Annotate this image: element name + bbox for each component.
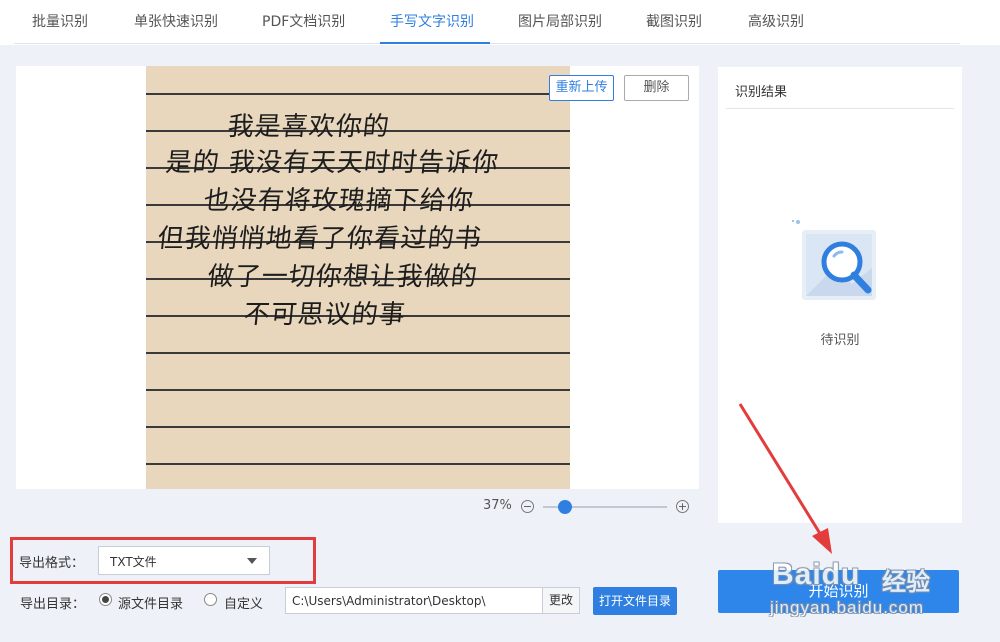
tab-advanced[interactable]: 高级识别 [748, 11, 804, 31]
result-panel: 识别结果 待识别 [718, 67, 962, 523]
handwriting-line: 是的 我没有天天时时告诉你 [164, 148, 501, 178]
active-tab-indicator [380, 42, 490, 44]
handwriting-line: 不可思议的事 [242, 300, 408, 330]
export-format-select[interactable]: TXT文件 [98, 546, 270, 575]
image-preview-panel: 我是喜欢你的 是的 我没有天天时时告诉你 也没有将玫瑰摘下给你 但我悄悄地看了你… [16, 66, 699, 523]
export-path-input[interactable] [285, 587, 543, 614]
handwriting-line: 但我悄悄地看了你看过的书 [156, 224, 484, 254]
watermark-url: jingyan.baidu.com [770, 598, 925, 617]
result-title: 识别结果 [735, 85, 788, 100]
open-dir-button[interactable]: 打开文件目录 [593, 587, 677, 615]
zoom-bar: 37% − + [16, 489, 699, 523]
zoom-slider-handle[interactable] [558, 500, 573, 514]
tab-screenshot[interactable]: 截图识别 [646, 11, 702, 31]
watermark-brand: Baidu [772, 558, 861, 591]
tab-pdf[interactable]: PDF文档识别 [262, 11, 345, 31]
export-format-value: TXT文件 [110, 555, 157, 569]
tab-bar: 批量识别 单张快速识别 PDF文档识别 手写文字识别 图片局部识别 截图识别 高… [0, 0, 1000, 45]
export-format-highlight: 导出格式： TXT文件 [10, 537, 316, 584]
tab-batch[interactable]: 批量识别 [32, 11, 88, 31]
reupload-button[interactable]: 重新上传 [549, 75, 614, 101]
zoom-out-icon[interactable]: − [521, 500, 534, 513]
export-format-label: 导出格式： [19, 556, 85, 571]
radio-source-dir[interactable] [99, 593, 112, 606]
export-dir-label: 导出目录： [20, 597, 86, 612]
handwriting-line: 我是喜欢你的 [226, 112, 392, 142]
tab-single-quick[interactable]: 单张快速识别 [134, 11, 218, 31]
radio-custom-dir-label[interactable]: 自定义 [224, 593, 263, 612]
watermark-cn: 经验 [882, 568, 930, 596]
radio-custom-dir[interactable] [204, 593, 217, 606]
chevron-down-icon [247, 558, 257, 564]
change-dir-button[interactable]: 更改 [542, 587, 580, 614]
zoom-percent: 37% [483, 498, 512, 513]
delete-button[interactable]: 删除 [624, 75, 689, 101]
handwriting-line: 做了一切你想让我做的 [206, 262, 480, 292]
zoom-in-icon[interactable]: + [676, 500, 689, 513]
tab-handwriting[interactable]: 手写文字识别 [390, 11, 474, 31]
baidu-jingyan-watermark: Baidu 经验 jingyan.baidu.com [762, 540, 982, 640]
handwriting-image: 我是喜欢你的 是的 我没有天天时时告诉你 也没有将玫瑰摘下给你 但我悄悄地看了你… [146, 66, 570, 489]
handwriting-line: 也没有将玫瑰摘下给你 [202, 186, 476, 216]
tab-image-region[interactable]: 图片局部识别 [518, 11, 602, 31]
radio-source-dir-label[interactable]: 源文件目录 [118, 593, 183, 612]
result-status: 待识别 [820, 333, 860, 348]
result-divider [726, 108, 954, 109]
search-document-icon [792, 220, 876, 300]
